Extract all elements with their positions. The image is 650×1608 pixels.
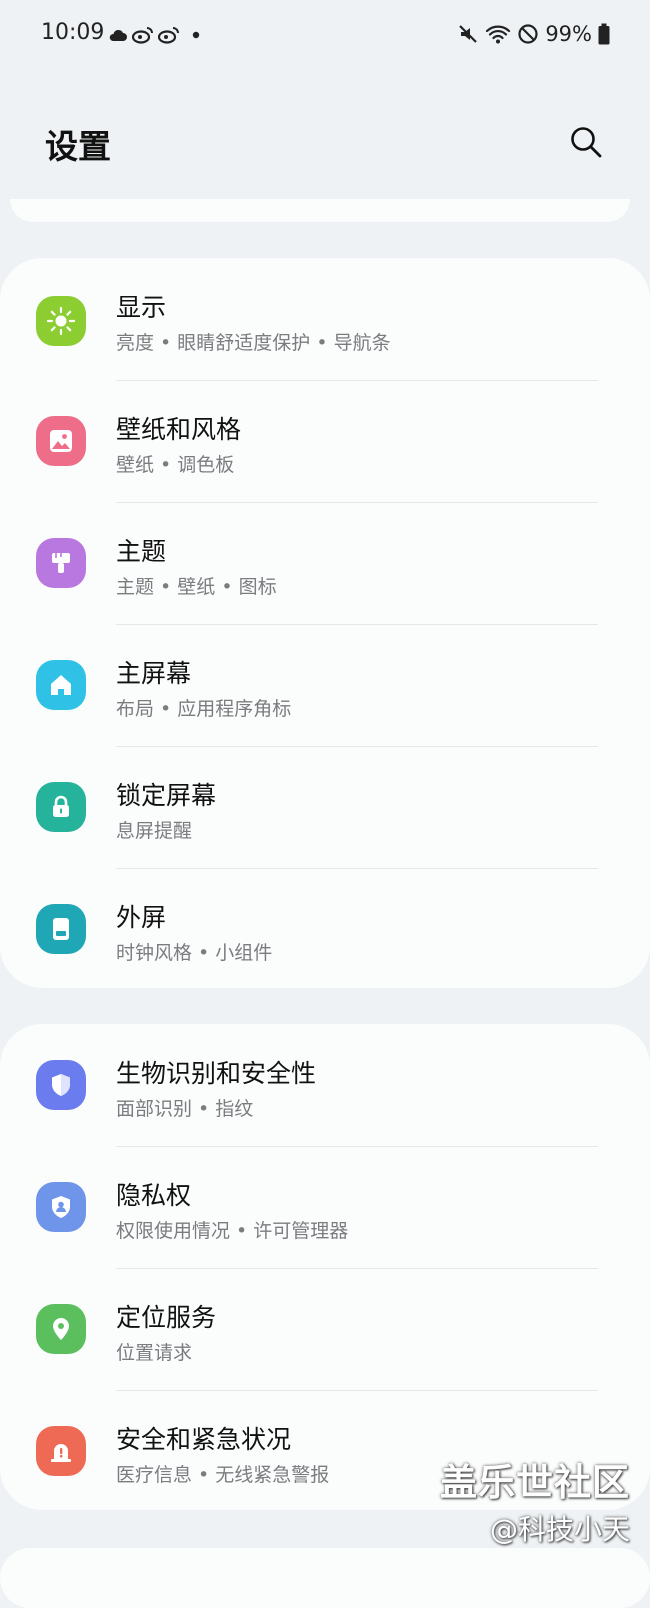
setting-title: 显示: [116, 293, 167, 322]
notification-icons: [108, 22, 204, 48]
setting-item-display[interactable]: 显示 亮度 • 眼睛舒适度保护 • 导航条: [0, 258, 650, 380]
dnd-icon: [518, 24, 538, 44]
setting-title: 锁定屏幕: [116, 781, 217, 810]
setting-item-cover-screen[interactable]: 外屏 时钟风格 • 小组件: [0, 868, 650, 990]
battery-icon: [598, 23, 610, 45]
setting-subtitle: 亮度 • 眼睛舒适度保护 • 导航条: [116, 332, 391, 354]
setting-item-home-screen[interactable]: 主屏幕 布局 • 应用程序角标: [0, 624, 650, 746]
paintbrush-icon: [36, 538, 86, 588]
setting-title: 生物识别和安全性: [116, 1059, 317, 1088]
setting-item-themes[interactable]: 主题 主题 • 壁纸 • 图标: [0, 502, 650, 624]
previous-group-card-edge: [10, 199, 630, 222]
setting-subtitle: 主题 • 壁纸 • 图标: [116, 576, 277, 598]
setting-item-privacy[interactable]: 隐私权 权限使用情况 • 许可管理器: [0, 1146, 650, 1268]
setting-title: 安全和紧急状况: [116, 1425, 292, 1454]
search-icon: [571, 127, 602, 158]
next-group-card-edge: [0, 1548, 650, 1608]
setting-subtitle: 壁纸 • 调色板: [116, 454, 235, 476]
setting-item-biometrics-security[interactable]: 生物识别和安全性 面部识别 • 指纹: [0, 1024, 650, 1146]
watermark: 盖乐世社区 @科技小天: [440, 1452, 630, 1548]
page-title: 设置: [45, 127, 111, 166]
shield-icon: [36, 1060, 86, 1110]
weibo-icon: [132, 27, 153, 44]
setting-title: 壁纸和风格: [116, 415, 242, 444]
setting-title: 主屏幕: [116, 659, 192, 688]
status-bar: 10:09 99%: [0, 0, 650, 70]
setting-item-wallpaper[interactable]: 壁纸和风格 壁纸 • 调色板: [0, 380, 650, 502]
status-time: 10:09: [41, 20, 105, 45]
setting-title: 隐私权: [116, 1181, 192, 1210]
setting-subtitle: 时钟风格 • 小组件: [116, 942, 273, 964]
setting-item-lock-screen[interactable]: 锁定屏幕 息屏提醒: [0, 746, 650, 868]
sun-icon: [36, 296, 86, 346]
setting-subtitle: 位置请求: [116, 1342, 193, 1364]
settings-group-security: 生物识别和安全性 面部识别 • 指纹 隐私权 权限使用情况 • 许可管理器 定位…: [0, 1024, 650, 1510]
setting-subtitle: 权限使用情况 • 许可管理器: [116, 1220, 349, 1242]
watermark-brand: 盖乐世社区: [440, 1461, 630, 1504]
setting-subtitle: 布局 • 应用程序角标: [116, 698, 292, 720]
setting-title: 外屏: [116, 903, 167, 932]
setting-subtitle: 面部识别 • 指纹: [116, 1098, 254, 1120]
setting-title: 定位服务: [116, 1303, 217, 1332]
search-button[interactable]: [568, 124, 604, 160]
location-pin-icon: [36, 1304, 86, 1354]
watermark-author: @科技小天: [489, 1513, 630, 1546]
setting-item-location[interactable]: 定位服务 位置请求: [0, 1268, 650, 1390]
alert-icon: [36, 1426, 86, 1476]
system-status-icons: 99%: [457, 20, 610, 48]
weibo-icon: [158, 27, 179, 44]
image-icon: [36, 416, 86, 466]
lock-icon: [36, 782, 86, 832]
privacy-icon: [36, 1182, 86, 1232]
setting-subtitle: 医疗信息 • 无线紧急警报: [116, 1464, 330, 1486]
cover-screen-icon: [36, 904, 86, 954]
mute-icon: [459, 25, 478, 43]
cloud-icon: [109, 29, 127, 41]
setting-subtitle: 息屏提醒: [116, 820, 193, 842]
dot-icon: [192, 31, 200, 39]
settings-group-display: 显示 亮度 • 眼睛舒适度保护 • 导航条 壁纸和风格 壁纸 • 调色板 主题 …: [0, 258, 650, 988]
setting-title: 主题: [116, 537, 167, 566]
wifi-icon: [486, 25, 511, 44]
home-icon: [36, 660, 86, 710]
battery-percent: 99%: [545, 22, 592, 46]
